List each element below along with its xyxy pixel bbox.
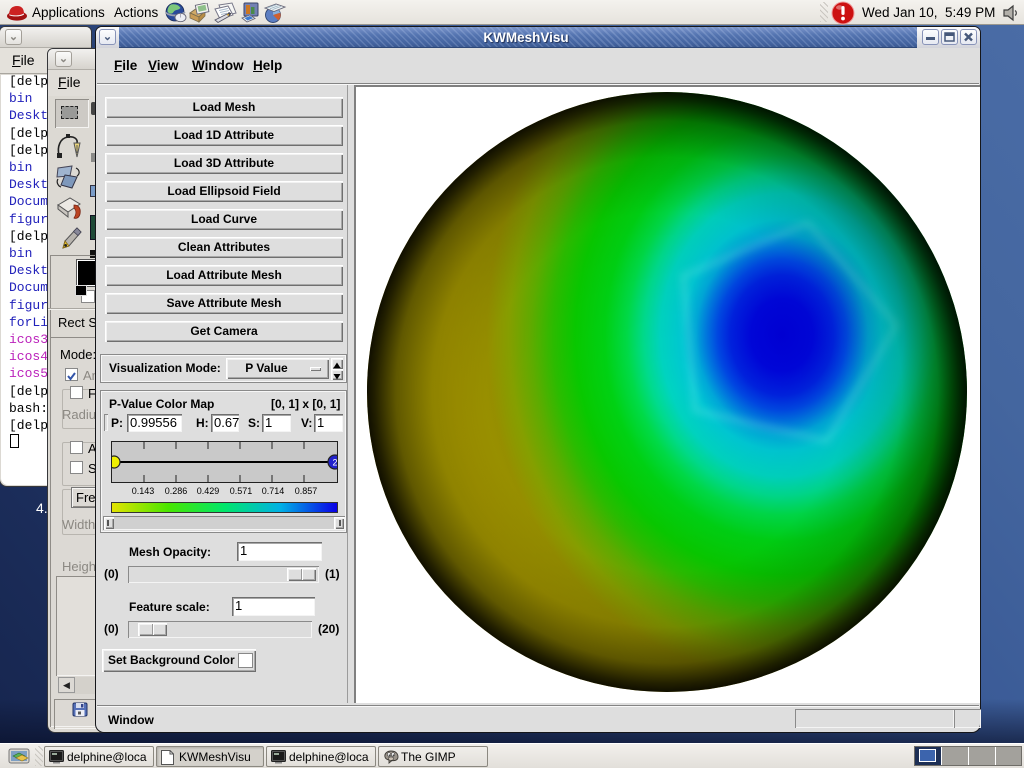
svg-text:2: 2: [332, 458, 337, 468]
